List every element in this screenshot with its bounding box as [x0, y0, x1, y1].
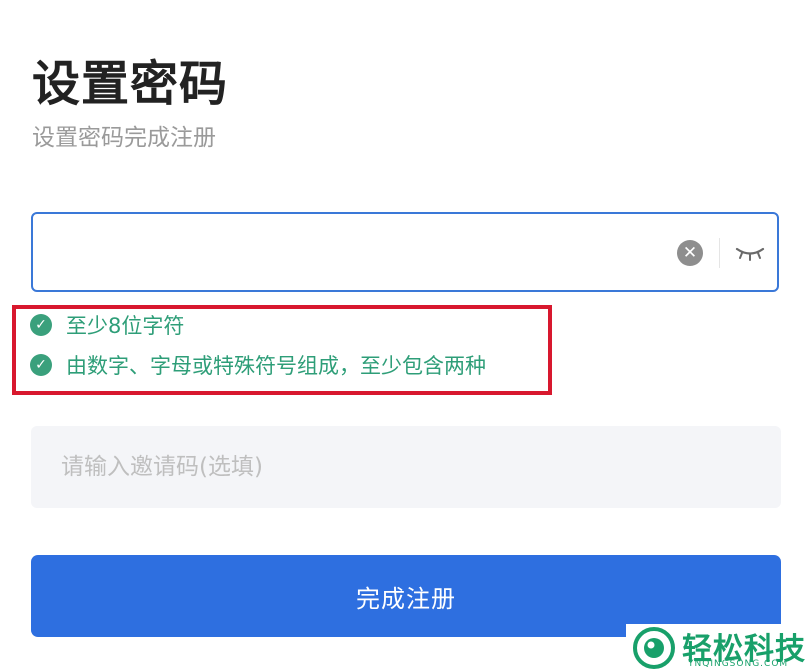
rule-item-composition: ✓ 由数字、字母或特殊符号组成，至少包含两种	[30, 351, 486, 379]
clear-icon[interactable]: ✕	[677, 240, 703, 266]
page-subtitle: 设置密码完成注册	[32, 125, 216, 151]
watermark: 轻松科技 YNQINGSONG.COM	[626, 624, 812, 671]
invite-code-field[interactable]	[31, 426, 781, 508]
rule-text: 由数字、字母或特殊符号组成，至少包含两种	[66, 354, 486, 378]
eye-closed-icon[interactable]	[735, 240, 765, 266]
invite-code-input[interactable]	[31, 426, 781, 508]
rule-text: 至少8位字符	[66, 314, 185, 338]
rule-item-length: ✓ 至少8位字符	[30, 311, 184, 339]
brand-logo-icon	[633, 627, 675, 669]
check-circle-icon: ✓	[30, 314, 52, 336]
watermark-domain: YNQINGSONG.COM	[688, 659, 789, 669]
check-circle-icon: ✓	[30, 354, 52, 376]
field-divider	[719, 238, 720, 268]
page-title: 设置密码	[32, 56, 229, 112]
password-field[interactable]: ✕	[31, 212, 779, 292]
